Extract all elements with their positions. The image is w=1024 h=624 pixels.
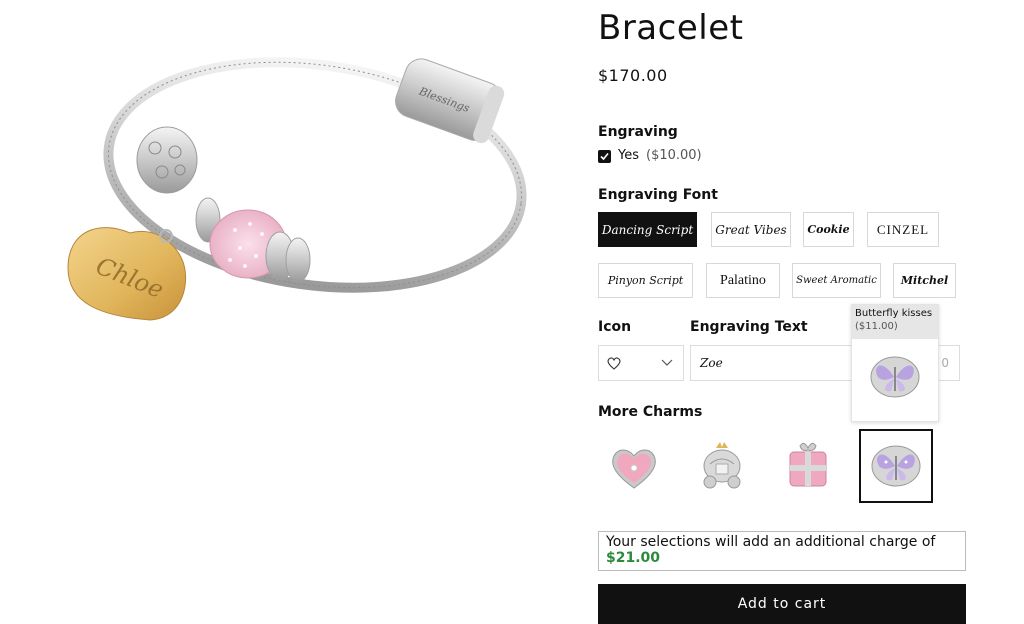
character-count: 0 — [941, 356, 949, 370]
add-to-cart-button[interactable]: Add to cart — [598, 584, 966, 624]
engraving-label: Engraving — [598, 124, 678, 140]
font-option-cinzel[interactable]: CINZEL — [867, 212, 939, 247]
gift-charm-icon — [789, 442, 827, 487]
butterfly-charm-preview-icon — [870, 356, 920, 398]
font-option-great-vibes[interactable]: Great Vibes — [711, 212, 791, 247]
font-option-sweet-aromatic[interactable]: Sweet Aromatic — [792, 263, 881, 298]
charm-butterfly[interactable] — [859, 429, 933, 503]
charm-crown-carriage[interactable] — [686, 430, 758, 502]
tooltip-charm-price: ($11.00) — [855, 321, 898, 332]
icon-label: Icon — [598, 319, 632, 335]
butterfly-charm-icon — [871, 445, 921, 487]
product-price: $170.00 — [598, 66, 668, 85]
tooltip-charm-name: Butterfly kisses — [855, 308, 933, 319]
charm-pink-gift[interactable] — [772, 430, 844, 502]
pink-heart-charm-icon — [612, 449, 656, 489]
heart-icon — [607, 357, 621, 370]
engraving-text-value: Zoe — [700, 356, 723, 370]
checkmark-icon — [600, 152, 609, 161]
engraving-option-label[interactable]: Yes — [618, 148, 639, 163]
font-option-palatino[interactable]: Palatino — [706, 263, 780, 298]
icon-select[interactable] — [598, 345, 684, 381]
engraving-font-label: Engraving Font — [598, 187, 718, 203]
product-image: Blessings Chloe — [40, 20, 560, 350]
chevron-down-icon — [661, 359, 673, 366]
font-option-dancing-script[interactable]: Dancing Script — [598, 212, 697, 247]
engraving-checkbox[interactable] — [598, 150, 611, 163]
engraving-text-label: Engraving Text — [690, 319, 808, 335]
more-charms-label: More Charms — [598, 404, 703, 420]
charm-tooltip: Butterfly kisses ($11.00) — [851, 304, 939, 422]
charm-pink-heart[interactable] — [598, 430, 670, 502]
carriage-charm-icon — [703, 442, 741, 489]
additional-charge-amount: $21.00 — [606, 550, 661, 566]
engraving-option-price: ($10.00) — [646, 148, 702, 163]
font-option-mitchel[interactable]: Mitchel — [893, 263, 956, 298]
font-option-cookie[interactable]: Cookie — [803, 212, 854, 247]
additional-charge-notice: Your selections will add an additional c… — [598, 531, 966, 571]
additional-charge-text: Your selections will add an additional c… — [606, 534, 936, 550]
product-title: Bracelet — [598, 8, 744, 48]
font-option-pinyon-script[interactable]: Pinyon Script — [598, 263, 693, 298]
